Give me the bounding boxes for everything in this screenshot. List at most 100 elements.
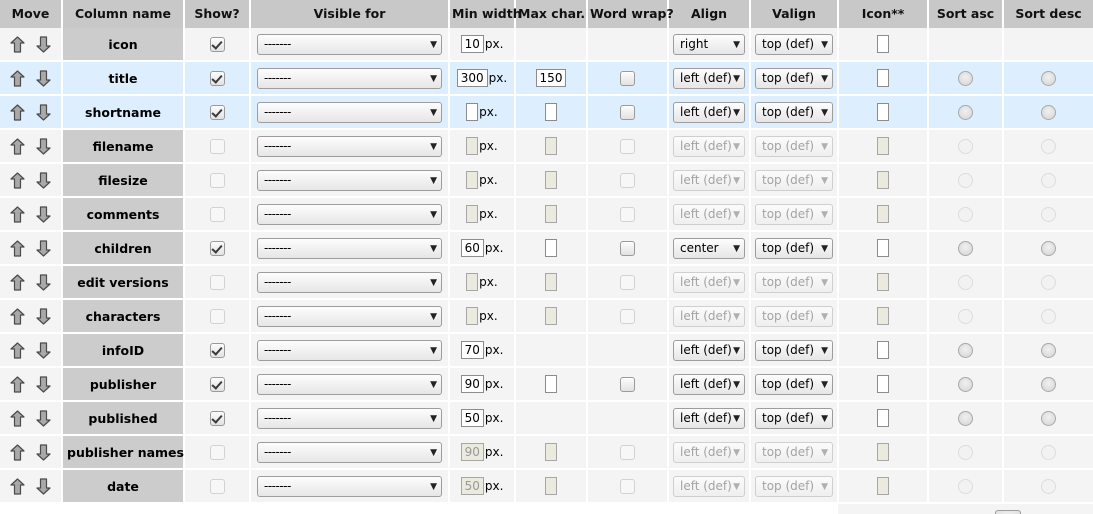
show-checkbox[interactable] [210,37,225,52]
move-up-icon[interactable] [10,240,25,257]
min-width-input[interactable]: 50 [461,409,484,427]
sort-desc-radio[interactable] [1041,105,1056,120]
move-up-icon[interactable] [10,206,25,223]
move-up-icon[interactable] [10,36,25,53]
move-down-icon[interactable] [36,138,51,155]
sort-desc-radio[interactable] [1041,71,1056,86]
sel-vis-select[interactable]: -------▼ [257,306,442,327]
sort-desc-radio[interactable] [1041,241,1056,256]
sel-align-select[interactable]: center▼ [673,238,745,259]
move-down-icon[interactable] [36,274,51,291]
sel-valign-select[interactable]: top (def)▼ [755,408,833,429]
move-down-icon[interactable] [36,206,51,223]
icon-input[interactable] [877,409,889,427]
sel-vis-select[interactable]: -------▼ [257,408,442,429]
min-width-input[interactable]: 70 [461,341,484,359]
move-up-icon[interactable] [10,172,25,189]
sel-align-select[interactable]: right▼ [673,34,745,55]
move-down-icon[interactable] [36,342,51,359]
sort-asc-radio[interactable] [958,105,973,120]
move-down-icon[interactable] [36,240,51,257]
sel-valign-select[interactable]: top (def)▼ [755,238,833,259]
word-wrap-checkbox[interactable] [620,71,635,86]
max-char-input[interactable] [545,375,557,393]
show-checkbox[interactable] [210,377,225,392]
move-up-icon[interactable] [10,342,25,359]
max-char-input[interactable]: 150 [536,69,567,87]
sort-desc-radio[interactable] [1041,343,1056,358]
max-char-input[interactable] [545,103,557,121]
icon-input[interactable] [877,239,889,257]
sel-vis-select[interactable]: -------▼ [257,238,442,259]
move-up-icon[interactable] [10,104,25,121]
move-up-icon[interactable] [10,138,25,155]
show-checkbox[interactable] [210,411,225,426]
move-down-icon[interactable] [36,36,51,53]
sort-asc-radio[interactable] [958,343,973,358]
min-width-input[interactable] [466,103,478,121]
move-up-icon[interactable] [10,274,25,291]
sort-asc-radio[interactable] [958,411,973,426]
move-down-icon[interactable] [36,308,51,325]
move-up-icon[interactable] [10,478,25,495]
sel-align-select[interactable]: left (def)▼ [673,408,745,429]
icon-input[interactable] [877,341,889,359]
move-down-icon[interactable] [36,478,51,495]
sort-desc-radio[interactable] [1041,411,1056,426]
sort-asc-radio[interactable] [958,377,973,392]
icon-input[interactable] [877,103,889,121]
sel-align-select[interactable]: left (def)▼ [673,374,745,395]
sel-align-select[interactable]: left (def)▼ [673,102,745,123]
sel-vis-select[interactable]: -------▼ [257,170,442,191]
sort-asc-radio[interactable] [958,71,973,86]
min-width-input[interactable]: 90 [461,375,484,393]
chevron-down-icon: ▼ [430,103,437,123]
move-down-icon[interactable] [36,172,51,189]
move-down-icon[interactable] [36,376,51,393]
move-up-icon[interactable] [10,410,25,427]
sel-vis-select[interactable]: -------▼ [257,102,442,123]
show-checkbox[interactable] [210,343,225,358]
min-width-input[interactable]: 60 [461,239,484,257]
sel-valign-select[interactable]: top (def)▼ [755,340,833,361]
sel-vis-select[interactable]: -------▼ [257,476,442,497]
sel-valign-value: top (def) [762,275,814,289]
word-wrap-checkbox[interactable] [620,241,635,256]
show-checkbox[interactable] [210,241,225,256]
sort-desc-radio[interactable] [1041,377,1056,392]
sel-valign-select[interactable]: top (def)▼ [755,374,833,395]
word-wrap-checkbox[interactable] [620,377,635,392]
move-down-icon[interactable] [36,410,51,427]
sel-vis-select[interactable]: -------▼ [257,374,442,395]
min-width-input[interactable]: 300 [457,69,488,87]
sel-vis-select[interactable]: -------▼ [257,34,442,55]
sel-vis-select[interactable]: -------▼ [257,68,442,89]
word-wrap-checkbox[interactable] [620,105,635,120]
icon-input[interactable] [877,69,889,87]
move-down-icon[interactable] [36,444,51,461]
default-sort-radio[interactable] [995,510,1021,514]
sort-asc-radio[interactable] [958,241,973,256]
move-up-icon[interactable] [10,308,25,325]
move-up-icon[interactable] [10,70,25,87]
sel-vis-select[interactable]: -------▼ [257,340,442,361]
icon-input[interactable] [877,375,889,393]
sel-align-select[interactable]: left (def)▼ [673,68,745,89]
move-down-icon[interactable] [36,104,51,121]
sel-vis-select[interactable]: -------▼ [257,272,442,293]
max-char-input[interactable] [545,239,557,257]
sel-valign-select[interactable]: top (def)▼ [755,68,833,89]
show-checkbox[interactable] [210,105,225,120]
sel-valign-select[interactable]: top (def)▼ [755,34,833,55]
sel-vis-select[interactable]: -------▼ [257,204,442,225]
move-down-icon[interactable] [36,70,51,87]
icon-input[interactable] [877,35,889,53]
move-up-icon[interactable] [10,376,25,393]
sel-vis-select[interactable]: -------▼ [257,136,442,157]
sel-align-select[interactable]: left (def)▼ [673,340,745,361]
move-up-icon[interactable] [10,444,25,461]
min-width-input[interactable]: 10 [461,35,484,53]
sel-vis-select[interactable]: -------▼ [257,442,442,463]
sel-valign-select[interactable]: top (def)▼ [755,102,833,123]
show-checkbox[interactable] [210,71,225,86]
